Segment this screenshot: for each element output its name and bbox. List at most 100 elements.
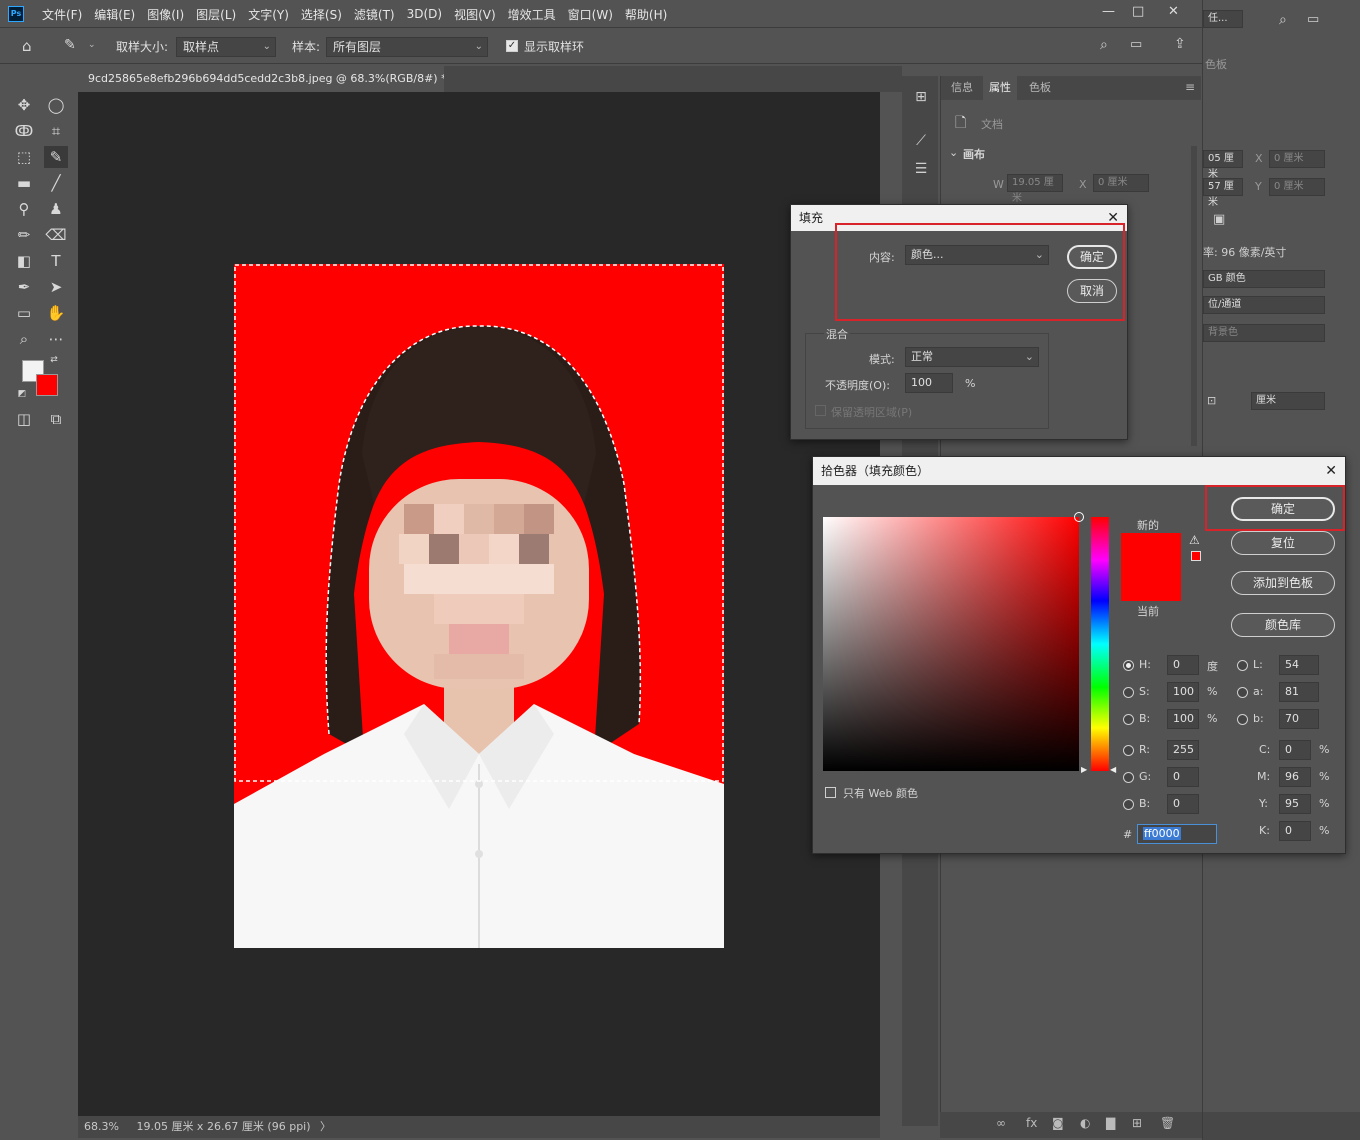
width-field[interactable]: 57 厘米 <box>1203 178 1243 208</box>
pencil-icon[interactable]: ✏ <box>12 224 36 246</box>
eraser-icon[interactable]: ⌫ <box>44 224 68 246</box>
mode-select[interactable]: 正常 ⌄ <box>905 347 1039 367</box>
color-libraries-button[interactable]: 颜色库 <box>1231 613 1335 637</box>
r-input[interactable]: 255 <box>1167 740 1199 760</box>
gamut-color-swatch[interactable] <box>1191 551 1201 561</box>
brush-settings-icon[interactable]: ⟋ <box>910 130 932 152</box>
layout-icon[interactable]: ▭ <box>1307 12 1319 27</box>
canvas-chevron-icon[interactable]: ⌄ <box>949 146 958 159</box>
add-to-swatches-button[interactable]: 添加到色板 <box>1231 571 1335 595</box>
gamut-warning-icon[interactable]: ⚠ <box>1189 533 1200 547</box>
brush-icon[interactable]: ╱ <box>44 172 68 194</box>
document-tab[interactable]: 9cd25865e8efb296b694dd5cedd2c3b8.jpeg @ … <box>78 66 444 92</box>
y-field[interactable]: 0 厘米 <box>1269 178 1325 196</box>
sample-select[interactable]: 所有图层 ⌄ <box>326 37 488 57</box>
opacity-input[interactable]: 100 <box>905 373 953 393</box>
menu-3d[interactable]: 3D(D) <box>401 7 448 21</box>
menu-type[interactable]: 文字(Y) <box>242 6 295 23</box>
rectangle-icon[interactable]: ▭ <box>12 302 36 324</box>
menu-file[interactable]: 文件(F) <box>36 6 88 23</box>
trash-icon[interactable]: 🗑 <box>1160 1116 1175 1130</box>
preserve-transparency-checkbox[interactable] <box>815 405 826 416</box>
menu-window[interactable]: 窗口(W) <box>562 6 619 23</box>
workspace-icon[interactable]: ▭ <box>1130 37 1142 52</box>
pen-icon[interactable]: ✒ <box>12 276 36 298</box>
share-icon[interactable]: ⇪ <box>1174 36 1186 52</box>
adjustment-layer-icon[interactable]: ◐ <box>1080 1116 1090 1130</box>
healing-icon[interactable]: ⚲ <box>12 198 36 220</box>
x-field[interactable]: 0 厘米 <box>1269 150 1325 168</box>
background-select[interactable]: 背景色 <box>1203 324 1325 342</box>
hue-left-arrow-icon[interactable]: ▶ <box>1081 765 1087 774</box>
web-only-checkbox[interactable] <box>825 787 836 798</box>
quick-mask-icon[interactable]: ◫ <box>12 408 36 430</box>
lasso-icon[interactable]: ↂ <box>12 120 36 142</box>
saturation-brightness-field[interactable] <box>823 512 1084 771</box>
menu-help[interactable]: 帮助(H) <box>619 6 673 23</box>
link-icon[interactable]: ∞ <box>996 1116 1006 1130</box>
reset-button[interactable]: 复位 <box>1231 531 1335 555</box>
search-icon[interactable]: ⌕ <box>1100 37 1108 53</box>
ellipse-marquee-icon[interactable]: ◯ <box>44 94 68 116</box>
canvas-width-field[interactable]: 19.05 厘米 <box>1007 174 1063 204</box>
y-input[interactable]: 95 <box>1279 794 1311 814</box>
blue-radio[interactable] <box>1123 799 1134 810</box>
ruler-icon[interactable]: ▬ <box>12 172 36 194</box>
menu-select[interactable]: 选择(S) <box>295 6 348 23</box>
b-radio[interactable] <box>1123 714 1134 725</box>
menu-layer[interactable]: 图层(L) <box>190 6 242 23</box>
show-ring-checkbox[interactable]: ✓ <box>506 40 518 52</box>
path-select-icon[interactable]: ➤ <box>44 276 68 298</box>
color-mode-select[interactable]: GB 颜色 <box>1203 270 1325 288</box>
k-input[interactable]: 0 <box>1279 821 1311 841</box>
hand-icon[interactable]: ✋ <box>44 302 68 324</box>
zoom-level[interactable]: 68.3% <box>84 1120 119 1133</box>
status-arrow-icon[interactable]: 〉 <box>320 1120 331 1133</box>
lab-b-input[interactable]: 70 <box>1279 709 1319 729</box>
history-icon[interactable]: ⊞ <box>910 86 932 108</box>
b-input[interactable]: 100 <box>1167 709 1199 729</box>
l-input[interactable]: 54 <box>1279 655 1319 675</box>
current-color-swatch[interactable] <box>1121 569 1181 601</box>
color-picker-marker[interactable] <box>1074 512 1084 522</box>
m-input[interactable]: 96 <box>1279 767 1311 787</box>
tab-info[interactable]: 信息 <box>945 76 979 100</box>
h-input[interactable]: 0 <box>1167 655 1199 675</box>
blue-input[interactable]: 0 <box>1167 794 1199 814</box>
hue-slider[interactable] <box>1091 517 1109 771</box>
swap-colors-icon[interactable]: ⇄ <box>48 354 60 366</box>
sample-size-select[interactable]: 取样点 ⌄ <box>176 37 276 57</box>
background-color-swatch[interactable] <box>36 374 58 396</box>
hue-right-arrow-icon[interactable]: ◀ <box>1110 765 1116 774</box>
bit-depth-select[interactable]: 位/通道 <box>1203 296 1325 314</box>
s-input[interactable]: 100 <box>1167 682 1199 702</box>
menu-view[interactable]: 视图(V) <box>448 6 502 23</box>
menu-filter[interactable]: 滤镜(T) <box>348 6 401 23</box>
hex-input[interactable]: ff0000 <box>1137 824 1217 844</box>
mask-icon[interactable]: ◙ <box>1052 1116 1064 1130</box>
minimize-icon[interactable]: — <box>1102 4 1115 19</box>
r-radio[interactable] <box>1123 745 1134 756</box>
folder-icon[interactable]: ▇ <box>1106 1116 1115 1130</box>
fx-icon[interactable]: fx <box>1026 1116 1037 1130</box>
type-tool-icon[interactable]: T <box>44 250 68 272</box>
tool-preset-chevron-icon[interactable]: ⌄ <box>88 40 96 50</box>
search-icon[interactable]: ⌕ <box>1279 12 1287 28</box>
close-icon[interactable]: ✕ <box>1168 4 1179 19</box>
object-select-icon[interactable]: ⬚ <box>12 146 36 168</box>
tab-swatches[interactable]: 色板 <box>1023 76 1057 100</box>
default-colors-icon[interactable]: ◩ <box>16 388 28 400</box>
move-tool-icon[interactable]: ✥ <box>12 94 36 116</box>
zoom-icon[interactable]: ⌕ <box>12 328 36 350</box>
g-radio[interactable] <box>1123 772 1134 783</box>
screen-mode-icon[interactable]: ⧉ <box>44 408 68 430</box>
height-field[interactable]: 05 厘米 <box>1203 150 1243 180</box>
panel-menu-icon[interactable]: ≡ <box>1185 80 1195 94</box>
close-icon[interactable]: ✕ <box>1325 457 1337 485</box>
c-input[interactable]: 0 <box>1279 740 1311 760</box>
more-tools-icon[interactable]: ⋯ <box>44 328 68 350</box>
h-radio[interactable] <box>1123 660 1134 671</box>
tab-properties[interactable]: 属性 <box>983 76 1017 100</box>
home-icon[interactable]: ⌂ <box>22 37 32 55</box>
adjustments-icon[interactable]: ☰ <box>910 158 932 180</box>
